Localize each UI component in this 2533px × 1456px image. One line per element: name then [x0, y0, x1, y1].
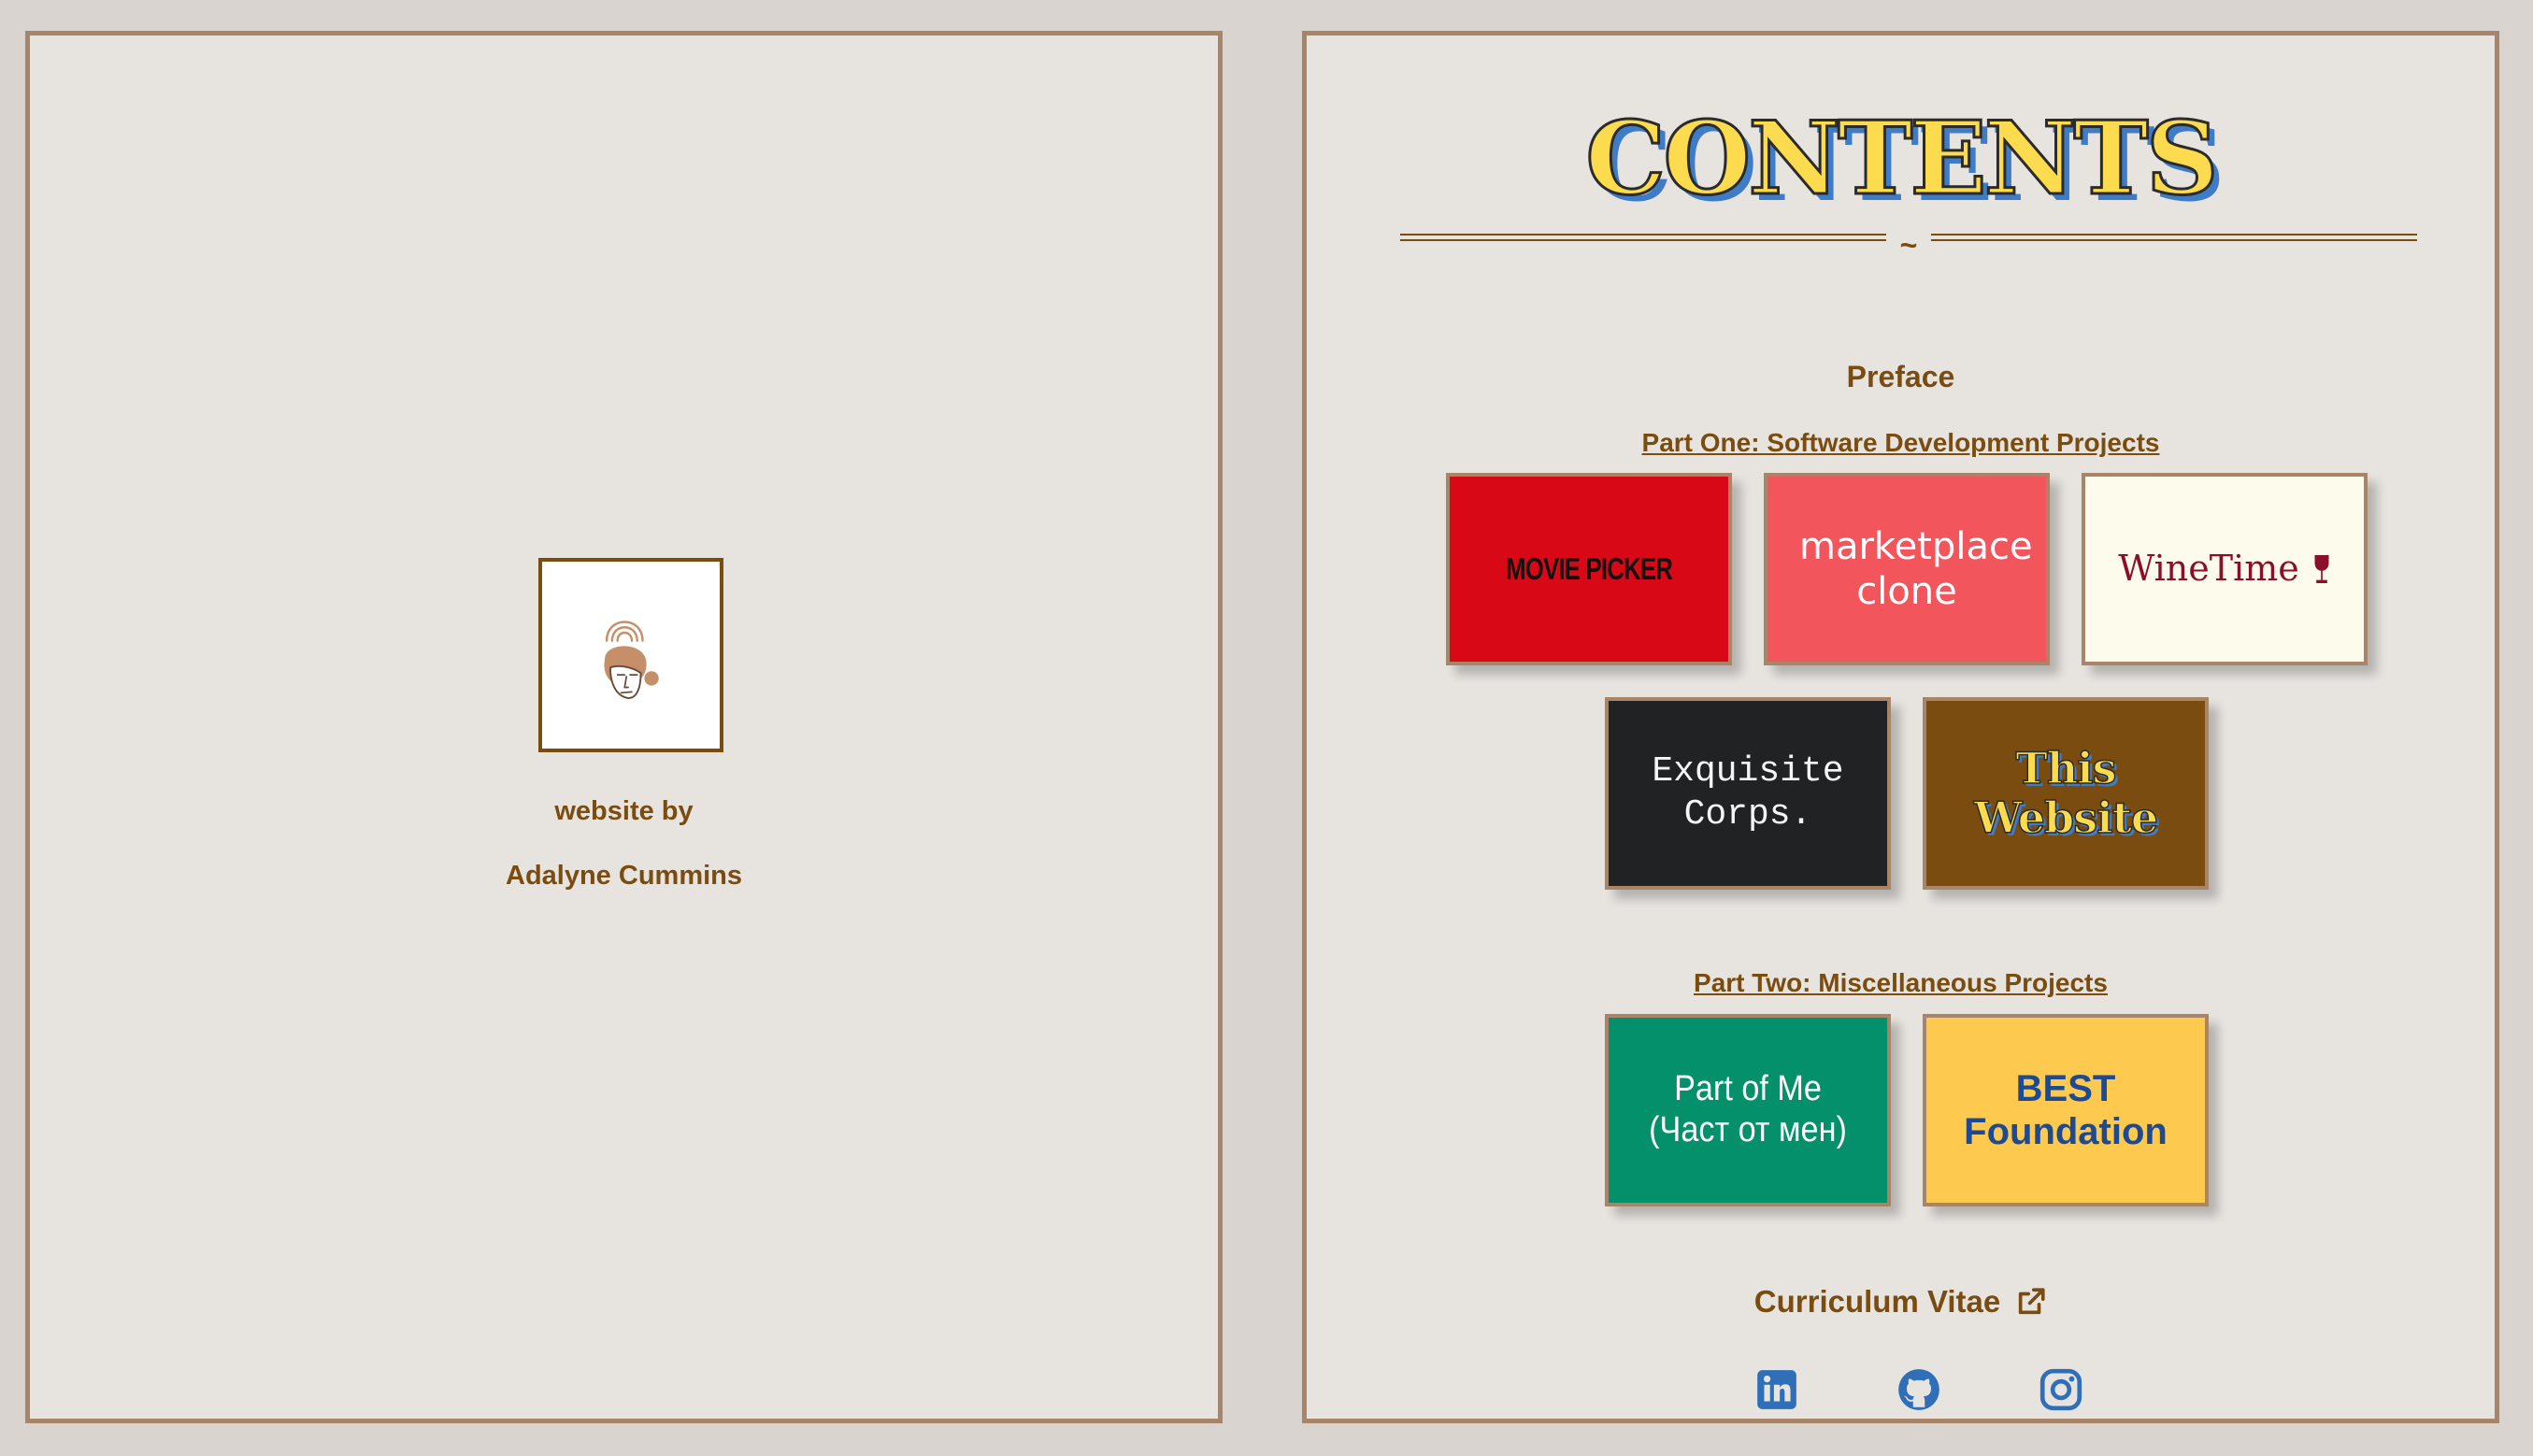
- github-link[interactable]: [1896, 1366, 1942, 1413]
- project-tile-label: BEST Foundation: [1964, 1068, 2168, 1152]
- project-tile-label: Exquisite Corps.: [1652, 751, 1844, 835]
- project-tile-label: marketplace clone: [1799, 525, 2033, 613]
- wine-glass-icon: [2314, 555, 2329, 583]
- project-tile-exquisite-corps[interactable]: Exquisite Corps.: [1605, 697, 1891, 890]
- part-one-link[interactable]: Part One: Software Development Projects: [1642, 428, 2160, 457]
- divider-ornament: ~: [1899, 228, 1918, 262]
- curriculum-vitae-link[interactable]: Curriculum Vitae: [1754, 1284, 2047, 1320]
- curriculum-vitae-label: Curriculum Vitae: [1753, 1284, 2001, 1319]
- contents-title: CONTENTS: [1584, 100, 2221, 218]
- right-page: CONTENTS ~ Preface Part One: Software De…: [1302, 31, 2499, 1423]
- linkedin-icon: [1757, 1370, 1796, 1409]
- project-tile-label: Part of Me (Част от мен): [1649, 1069, 1847, 1149]
- github-icon: [1898, 1369, 1939, 1410]
- part-two-link[interactable]: Part Two: Miscellaneous Projects: [1694, 968, 2108, 997]
- project-tile-label: This Website: [1973, 743, 2159, 843]
- external-link-icon: [2019, 1288, 2045, 1315]
- project-tile-marketplace-clone[interactable]: marketplace clone: [1764, 473, 2050, 665]
- project-tile-movie-picker[interactable]: MOVIE PICKER: [1446, 473, 1732, 665]
- divider-left: [1400, 234, 1886, 241]
- instagram-link[interactable]: [2038, 1366, 2084, 1413]
- project-tile-best-foundation[interactable]: BEST Foundation: [1923, 1014, 2209, 1206]
- left-page: website by Adalyne Cummins: [25, 31, 1223, 1423]
- woman-illustration-icon: [604, 621, 659, 700]
- linkedin-link[interactable]: [1753, 1366, 1800, 1413]
- author-name: Adalyne Cummins: [506, 861, 742, 891]
- preface-link[interactable]: Preface: [1307, 360, 2495, 394]
- instagram-icon: [2039, 1368, 2082, 1411]
- project-tile-part-of-me[interactable]: Part of Me (Част от мен): [1605, 1014, 1891, 1206]
- divider-right: [1931, 234, 2417, 241]
- project-tile-winetime[interactable]: WineTime: [2082, 473, 2368, 665]
- project-tile-this-website[interactable]: This Website: [1923, 697, 2209, 890]
- avatar: [538, 558, 723, 752]
- website-by-label: website by: [554, 796, 694, 826]
- project-tile-label: WineTime: [2118, 548, 2299, 590]
- project-tile-label: MOVIE PICKER: [1505, 551, 1673, 587]
